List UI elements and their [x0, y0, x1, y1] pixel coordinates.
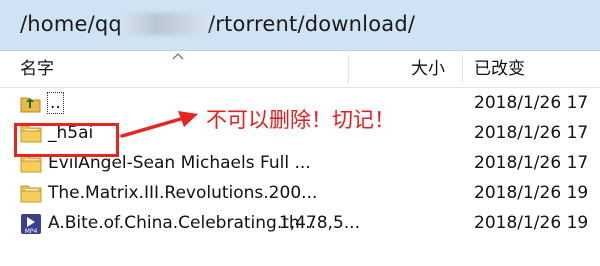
file-date: 2018/1/26 17 [474, 153, 589, 173]
sort-ascending-icon [172, 51, 184, 62]
svg-text:MP4: MP4 [25, 228, 38, 235]
file-name: A.Bite.of.China.Celebrating.th... [48, 213, 316, 233]
file-date: 2018/1/26 17 [474, 123, 589, 143]
path-suffix: /rtorrent/download/ [207, 12, 416, 36]
redacted-text [121, 13, 208, 35]
file-date: 2018/1/26 17 [474, 93, 589, 113]
column-separator[interactable] [348, 55, 349, 83]
file-size: 1,478,5... [278, 213, 360, 233]
arrow-icon [120, 111, 198, 138]
file-name: .. [47, 92, 64, 114]
column-name-header[interactable]: 名字 [20, 51, 54, 87]
column-header: 名字 大小 已改变 [0, 51, 600, 88]
file-row-bite-of-china[interactable]: MP4 A.Bite.of.China.Celebrating.th... 1,… [0, 208, 600, 238]
file-name: The.Matrix.III.Revolutions.200... [48, 183, 318, 203]
path-text: /home/qq/rtorrent/download/ [20, 12, 415, 36]
path-bar[interactable]: /home/qq/rtorrent/download/ [0, 0, 600, 51]
column-size-header[interactable]: 大小 [411, 51, 445, 87]
column-separator[interactable] [462, 55, 463, 83]
annotation-text: 不可以删除！切记！ [206, 108, 395, 132]
folder-icon [20, 183, 42, 203]
column-date-header[interactable]: 已改变 [474, 51, 525, 87]
highlight-box [14, 123, 119, 157]
mp4-file-icon: MP4 [20, 213, 42, 235]
parent-folder-icon [20, 93, 42, 113]
file-row-matrix[interactable]: The.Matrix.III.Revolutions.200... 2018/1… [0, 178, 600, 208]
path-prefix: /home/qq [20, 12, 122, 36]
file-date: 2018/1/26 19 [474, 183, 589, 203]
file-date: 2018/1/26 19 [474, 213, 589, 233]
